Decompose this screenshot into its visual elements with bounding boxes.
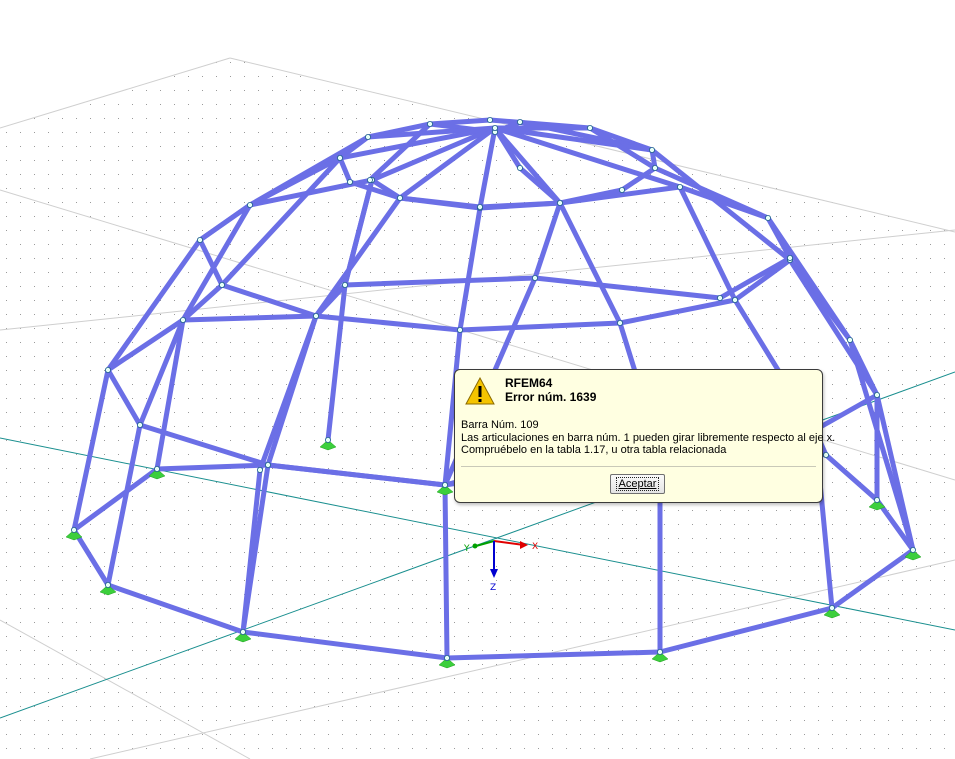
node-point[interactable]	[264, 461, 271, 468]
dialog-error-number: Error núm. 1639	[505, 390, 597, 404]
node-point[interactable]	[364, 133, 371, 140]
node-point[interactable]	[218, 281, 225, 288]
node-point[interactable]	[910, 547, 917, 554]
node-point[interactable]	[336, 154, 343, 161]
node-point[interactable]	[517, 119, 524, 126]
ok-button[interactable]: Aceptar	[610, 474, 665, 494]
node-point[interactable]	[105, 366, 112, 373]
dialog-separator	[461, 466, 816, 467]
node-point[interactable]	[486, 117, 493, 124]
node-point[interactable]	[617, 319, 624, 326]
y-arrowhead	[472, 543, 478, 549]
node-point[interactable]	[312, 312, 319, 319]
node-point[interactable]	[71, 527, 78, 534]
node-point[interactable]	[787, 254, 794, 261]
node-point[interactable]	[239, 629, 246, 636]
node-point[interactable]	[246, 201, 253, 208]
node-point[interactable]	[136, 421, 143, 428]
dialog-message: Barra Núm. 109 Las articulaciones en bar…	[461, 419, 836, 457]
x-axis-label: X	[532, 542, 538, 552]
node-point[interactable]	[532, 274, 539, 281]
node-point[interactable]	[652, 164, 659, 171]
message-line-1: Las articulaciones en barra núm. 1 puede…	[461, 431, 836, 444]
node-point[interactable]	[456, 326, 463, 333]
node-point[interactable]	[619, 186, 626, 193]
node-point[interactable]	[346, 178, 353, 185]
message-line-2: Compruébelo en la tabla 1.17, u otra tab…	[461, 444, 727, 456]
error-dialog: RFEM64 Error núm. 1639 Barra Núm. 109 La…	[454, 369, 836, 503]
node-point[interactable]	[847, 336, 854, 343]
node-point[interactable]	[179, 316, 186, 323]
node-point[interactable]	[649, 146, 656, 153]
warning-icon	[465, 377, 495, 405]
node-point[interactable]	[426, 121, 433, 128]
node-point[interactable]	[341, 281, 348, 288]
node-point[interactable]	[256, 466, 263, 473]
dialog-app-name: RFEM64	[505, 376, 553, 390]
node-point[interactable]	[105, 582, 112, 589]
y-axis-label: Y	[463, 544, 470, 554]
z-axis-label: Z	[490, 583, 496, 593]
node-point[interactable]	[196, 236, 203, 243]
node-point[interactable]	[657, 649, 664, 656]
node-point[interactable]	[441, 481, 448, 488]
node-point[interactable]	[765, 214, 772, 221]
node-point[interactable]	[396, 194, 403, 201]
node-point[interactable]	[324, 436, 331, 443]
node-point[interactable]	[874, 391, 881, 398]
ok-button-label: Aceptar	[615, 477, 660, 491]
node-point[interactable]	[366, 176, 373, 183]
node-point[interactable]	[874, 496, 881, 503]
node-point[interactable]	[517, 164, 524, 171]
node-point[interactable]	[587, 125, 594, 132]
node-point[interactable]	[443, 655, 450, 662]
node-point[interactable]	[732, 296, 739, 303]
node-point[interactable]	[476, 203, 483, 210]
node-point[interactable]	[829, 605, 836, 612]
node-point[interactable]	[677, 183, 684, 190]
node-point[interactable]	[717, 294, 724, 301]
member-number-text: Barra Núm. 109	[461, 419, 539, 431]
node-point[interactable]	[491, 125, 498, 132]
node-point[interactable]	[557, 199, 564, 206]
node-point[interactable]	[823, 451, 830, 458]
node-point[interactable]	[153, 465, 160, 472]
